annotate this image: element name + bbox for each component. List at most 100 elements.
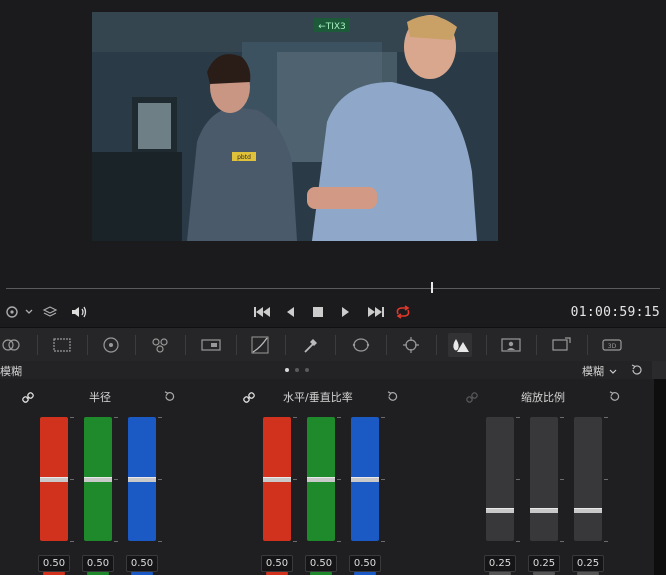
first-frame-icon[interactable]	[252, 303, 272, 321]
last-frame-icon[interactable]	[366, 303, 386, 321]
blur-palette-icon[interactable]	[448, 333, 472, 357]
slider-value-field[interactable]: 0.25	[572, 555, 604, 572]
svg-text:3D: 3D	[608, 343, 617, 350]
stop-icon[interactable]	[310, 303, 326, 321]
slider-red[interactable]	[263, 417, 291, 541]
slider-value-field[interactable]: 0.25	[528, 555, 560, 572]
rgb-mixer-icon[interactable]	[148, 333, 172, 357]
slider-handle[interactable]	[128, 477, 156, 482]
slider-green[interactable]	[307, 417, 335, 541]
loop-icon[interactable]	[392, 303, 414, 321]
slider-blue[interactable]	[128, 417, 156, 541]
slider-tick	[158, 417, 162, 418]
page-dot[interactable]	[285, 368, 289, 372]
panel-edge	[654, 379, 666, 575]
reset-icon[interactable]	[386, 388, 399, 407]
scrubber-track[interactable]	[6, 288, 660, 289]
slider-tick	[293, 479, 297, 480]
curves-icon[interactable]	[248, 333, 272, 357]
slider-handle[interactable]	[84, 477, 112, 482]
slider-gray[interactable]	[530, 417, 558, 541]
palette-divider	[536, 335, 537, 355]
slider-handle[interactable]	[530, 508, 558, 513]
reset-icon[interactable]	[608, 388, 621, 407]
slider-tick	[516, 417, 520, 418]
slider-tick	[604, 479, 608, 480]
palette-title: 模糊	[0, 365, 22, 378]
slider-green[interactable]	[84, 417, 112, 541]
color-match-icon[interactable]	[50, 333, 74, 357]
video-frame[interactable]: ←TIX3 pbtd	[92, 12, 498, 241]
slider-handle[interactable]	[307, 477, 335, 482]
slider-handle[interactable]	[486, 508, 514, 513]
layers-icon[interactable]	[40, 303, 60, 321]
page-dot[interactable]	[305, 368, 309, 372]
radius-label: 半径	[89, 391, 111, 404]
3d-icon[interactable]: 3D	[600, 333, 624, 357]
blur-mode-label: 模糊	[582, 365, 604, 378]
slider-tick	[114, 541, 118, 542]
palette-divider	[236, 335, 237, 355]
hv-ratio-label: 水平/垂直比率	[283, 391, 353, 404]
slider-tick	[381, 541, 385, 542]
slider-value-field[interactable]: 0.50	[126, 555, 158, 572]
palette-divider	[386, 335, 387, 355]
slider-gray[interactable]	[486, 417, 514, 541]
link-icon-disabled[interactable]	[466, 389, 478, 408]
palette-divider	[185, 335, 186, 355]
play-icon[interactable]	[338, 303, 354, 321]
slider-handle[interactable]	[263, 477, 291, 482]
slider-red[interactable]	[40, 417, 68, 541]
palette-divider	[285, 335, 286, 355]
slider-handle[interactable]	[40, 477, 68, 482]
slider-tick	[70, 541, 74, 542]
play-reverse-icon[interactable]	[282, 303, 298, 321]
slider-handle[interactable]	[574, 508, 602, 513]
slider-value-field[interactable]: 0.50	[38, 555, 70, 572]
tracker-icon[interactable]	[399, 333, 423, 357]
slider-tick	[516, 479, 520, 480]
timeline-scrubber[interactable]	[0, 275, 666, 297]
page-indicator[interactable]	[285, 368, 309, 372]
palette-divider	[335, 335, 336, 355]
slider-handle[interactable]	[351, 477, 379, 482]
palette-divider	[37, 335, 38, 355]
palette-divider	[436, 335, 437, 355]
slider-value-field[interactable]: 0.50	[349, 555, 381, 572]
slider-tick	[293, 417, 297, 418]
slider-value-field[interactable]: 0.50	[82, 555, 114, 572]
slider-blue[interactable]	[351, 417, 379, 541]
qualifier-icon[interactable]	[299, 333, 323, 357]
reset-icon[interactable]	[163, 388, 176, 407]
slider-tick	[516, 541, 520, 542]
slider-value-field[interactable]: 0.50	[261, 555, 293, 572]
link-icon[interactable]	[22, 389, 34, 408]
power-window-icon[interactable]	[349, 333, 373, 357]
camera-raw-icon[interactable]	[0, 333, 24, 357]
timecode-display: 01:00:59:15	[570, 305, 660, 320]
volume-icon[interactable]	[68, 303, 90, 321]
blur-controls-panel: 半径 水平/垂直比率 缩放比例 0.50 0.50 0.50 0.50 0.50 0.50…	[0, 379, 666, 575]
slider-value-field[interactable]: 0.50	[305, 555, 337, 572]
slider-tick	[337, 417, 341, 418]
slider-tick	[560, 479, 564, 480]
badge-text: pbtd	[237, 154, 251, 161]
viewer-options-icon[interactable]	[4, 303, 36, 321]
slider-gray[interactable]	[574, 417, 602, 541]
page-dot[interactable]	[295, 368, 299, 372]
sizing-icon[interactable]	[549, 333, 573, 357]
motion-effects-icon[interactable]	[199, 333, 223, 357]
key-icon[interactable]	[499, 333, 523, 357]
palette-edge	[652, 361, 666, 379]
slider-tick	[604, 541, 608, 542]
link-icon[interactable]	[243, 389, 255, 408]
slider-tick	[114, 479, 118, 480]
slider-tick	[560, 541, 564, 542]
blur-mode-dropdown[interactable]: 模糊	[582, 363, 618, 379]
slider-value-field[interactable]: 0.25	[484, 555, 516, 572]
palette-divider	[135, 335, 136, 355]
palette-divider	[87, 335, 88, 355]
slider-tick	[604, 417, 608, 418]
color-wheels-icon[interactable]	[99, 333, 123, 357]
playhead[interactable]	[431, 282, 433, 293]
